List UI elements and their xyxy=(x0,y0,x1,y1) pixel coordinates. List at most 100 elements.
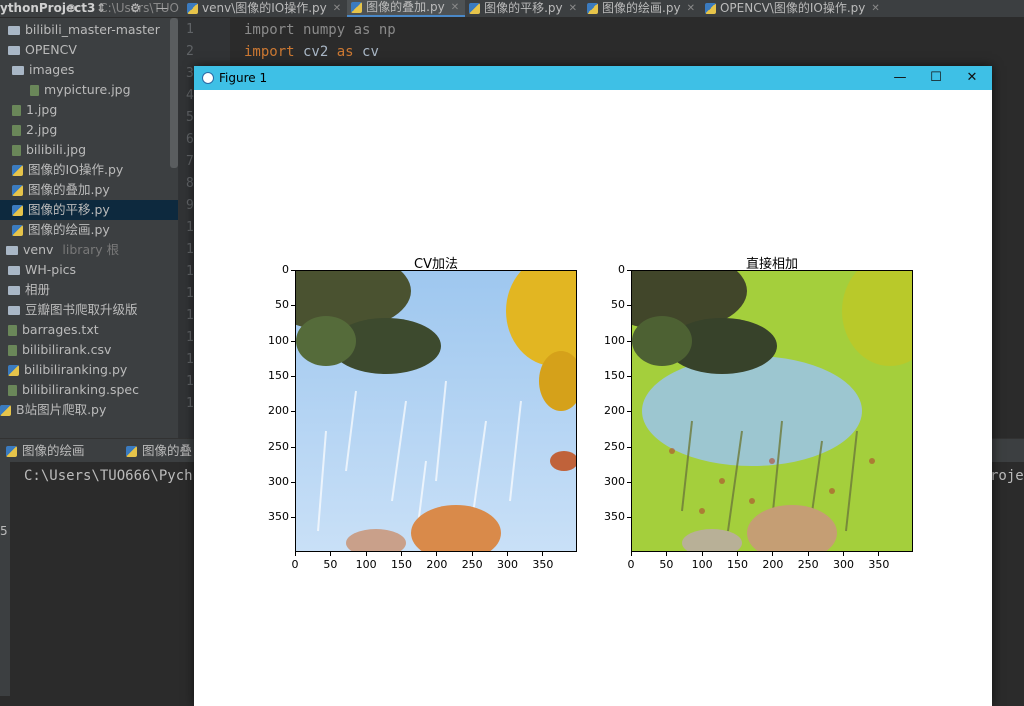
tree-item[interactable]: barrages.txt xyxy=(0,320,178,340)
x-tick-mark xyxy=(401,552,402,556)
y-tick-label: 50 xyxy=(611,298,625,312)
code-keyword: as xyxy=(353,22,371,38)
close-tab-icon[interactable]: ✕ xyxy=(333,0,341,17)
code-text: cv xyxy=(353,44,379,60)
python-file-icon xyxy=(12,184,23,196)
tree-item[interactable]: bilibili.jpg xyxy=(0,140,178,160)
project-title[interactable]: ythonProject3 C:\Users\TUO xyxy=(0,0,179,17)
tree-item[interactable]: B站图片爬取.py xyxy=(0,400,178,420)
y-tick-mark xyxy=(291,446,295,448)
y-tick-label: 200 xyxy=(604,404,625,418)
tree-item[interactable]: 图像的叠加.py xyxy=(0,180,178,200)
y-tick-label: 50 xyxy=(275,298,289,312)
python-file-icon xyxy=(6,445,17,457)
y-tick-label: 250 xyxy=(268,439,289,453)
y-tick-label: 0 xyxy=(282,263,289,276)
run-tab-overlay[interactable]: 图像的叠 xyxy=(126,439,192,463)
x-tick-label: 0 xyxy=(291,558,299,571)
tree-item[interactable]: bilibiliranking.py xyxy=(0,360,178,380)
line-number: 9 xyxy=(186,198,194,213)
tree-item[interactable]: 图像的IO操作.py xyxy=(0,160,178,180)
close-tab-icon[interactable]: ✕ xyxy=(687,0,695,17)
image-cv-add xyxy=(296,271,576,551)
x-tick-mark xyxy=(365,552,367,556)
editor-tab[interactable]: venv\图像的IO操作.py ✕ xyxy=(183,0,347,17)
run-tab-draw[interactable]: 图像的绘画 xyxy=(6,439,85,463)
tree-item-label: mypicture.jpg xyxy=(44,82,131,97)
tree-item[interactable]: 图像的平移.py xyxy=(0,200,178,220)
y-tick-mark xyxy=(291,340,295,342)
x-tick-mark xyxy=(878,552,880,556)
y-tick-mark xyxy=(627,517,631,519)
console-gutter-glyph: 5 xyxy=(0,524,8,538)
editor-tab[interactable]: OPENCV\图像的IO操作.py ✕ xyxy=(701,0,886,17)
x-tick-mark xyxy=(471,552,473,556)
figure-title: Figure 1 xyxy=(219,71,268,85)
figure-titlebar[interactable]: Figure 1 — ☐ ✕ xyxy=(194,66,992,90)
y-tick-mark xyxy=(291,376,295,377)
folder-icon xyxy=(8,25,20,35)
python-file-icon xyxy=(8,364,19,376)
x-tick-label: 250 xyxy=(461,558,483,571)
y-tick-mark xyxy=(291,305,295,307)
x-tick-label: 0 xyxy=(627,558,635,571)
close-tab-icon[interactable]: ✕ xyxy=(451,0,459,16)
x-tick-mark xyxy=(631,552,632,556)
tree-item-label: venv xyxy=(23,242,54,257)
tree-item[interactable]: 2.jpg xyxy=(0,120,178,140)
tree-scrollbar[interactable] xyxy=(170,18,178,168)
tree-item[interactable]: venv library 根 xyxy=(0,240,178,260)
editor-tab[interactable]: 图像的叠加.py ✕ xyxy=(347,0,466,17)
x-tick-mark xyxy=(807,552,809,556)
tree-item[interactable]: images xyxy=(0,60,178,80)
y-tick-mark xyxy=(627,270,631,271)
x-tick-label: 100 xyxy=(691,558,713,571)
tree-item[interactable]: 豆瓣图书爬取升级版 xyxy=(0,300,178,320)
project-tree: bilibili_master-master OPENCV images mypict… xyxy=(0,18,178,438)
text-file-icon xyxy=(8,344,17,356)
tree-item-label: WH-pics xyxy=(25,262,77,277)
gear-icon[interactable]: ⚙ xyxy=(130,0,141,17)
x-tick-label: 100 xyxy=(355,558,377,571)
close-button[interactable]: ✕ xyxy=(954,66,990,90)
y-tick-label: 200 xyxy=(268,404,289,418)
editor-tab[interactable]: 图像的平移.py ✕ xyxy=(465,0,583,17)
tree-item[interactable]: 相册 xyxy=(0,280,178,300)
run-tab-label: 图像的绘画 xyxy=(22,443,85,458)
x-tick-mark xyxy=(701,552,703,556)
code-line-2: import cv2 as cv xyxy=(244,44,379,60)
tree-item[interactable]: bilibilirank.csv xyxy=(0,340,178,360)
line-number: 2 xyxy=(186,44,194,59)
tree-item-label: barrages.txt xyxy=(22,322,99,337)
figure-window[interactable]: Figure 1 — ☐ ✕ CV加法 直接相加 0 50 100 150 20… xyxy=(194,66,992,706)
minimize-button[interactable]: — xyxy=(882,66,918,90)
tree-item[interactable]: 图像的绘画.py xyxy=(0,220,178,240)
tree-item[interactable]: mypicture.jpg xyxy=(0,80,178,100)
tree-item[interactable]: 1.jpg xyxy=(0,100,178,120)
tree-item[interactable]: bilibili_master-master xyxy=(0,20,178,40)
code-keyword: as xyxy=(336,44,354,60)
tree-item-label: 1.jpg xyxy=(26,102,58,117)
maximize-button[interactable]: ☐ xyxy=(918,66,954,90)
y-tick-mark xyxy=(627,376,631,377)
console-gutter: 5 xyxy=(0,462,10,696)
python-file-icon xyxy=(12,224,23,236)
tree-item[interactable]: bilibiliranking.spec xyxy=(0,380,178,400)
tree-item[interactable]: WH-pics xyxy=(0,260,178,280)
y-tick-mark xyxy=(291,517,295,519)
x-tick-label: 300 xyxy=(833,558,855,571)
x-tick-mark xyxy=(772,552,774,556)
close-tab-icon[interactable]: ✕ xyxy=(569,0,577,17)
tree-item[interactable]: OPENCV xyxy=(0,40,178,60)
tree-item-label: images xyxy=(29,62,75,77)
tree-item-label: bilibili_master-master xyxy=(25,22,160,37)
python-file-icon xyxy=(469,3,481,14)
locate-icon[interactable]: ⊕ xyxy=(66,0,76,17)
editor-tab-label: venv\图像的IO操作.py xyxy=(202,1,327,15)
editor-tab[interactable]: 图像的绘画.py ✕ xyxy=(583,0,701,17)
collapse-icon[interactable]: ⇕ xyxy=(96,0,106,17)
code-text: numpy xyxy=(294,22,354,38)
x-tick-label: 200 xyxy=(426,558,448,571)
hide-panel-icon[interactable]: — xyxy=(156,0,168,17)
close-tab-icon[interactable]: ✕ xyxy=(871,0,879,17)
